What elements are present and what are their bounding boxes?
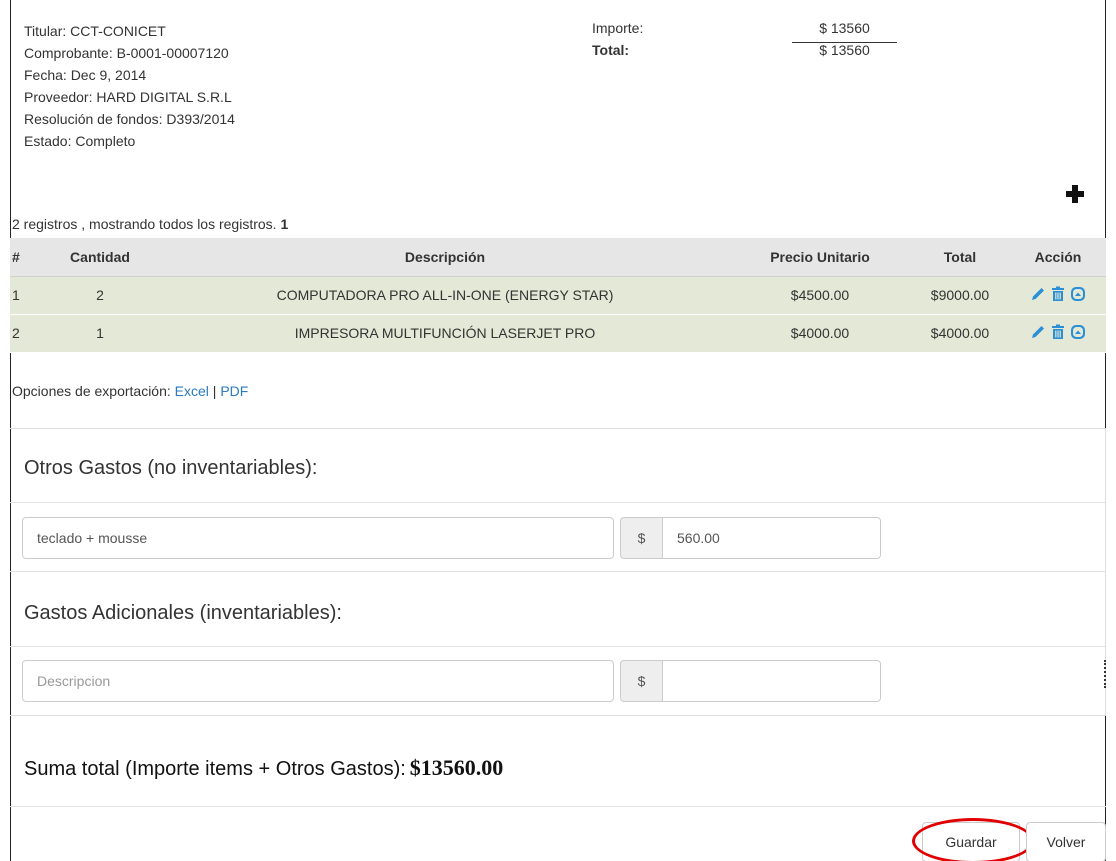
plus-icon[interactable] (1064, 183, 1086, 205)
voucher-info: Titular: CCT-CONICET Comprobante: B-0001… (24, 20, 235, 152)
export-excel-link[interactable]: Excel (175, 383, 209, 399)
cell-cantidad: 1 (40, 314, 160, 353)
otros-gastos-description-input[interactable]: teclado + mousse (22, 517, 614, 559)
records-count: 2 registros , mostrando todos los regist… (12, 216, 288, 232)
records-text: 2 registros , mostrando todos los regist… (12, 216, 277, 232)
divider (10, 571, 1105, 572)
highlight-circle (912, 818, 1034, 861)
importe-label: Importe: (592, 20, 644, 36)
table-header-row: # Cantidad Descripción Precio Unitario T… (10, 238, 1106, 277)
cell-cantidad: 2 (40, 276, 160, 315)
cell-precio: $4500.00 (730, 276, 910, 315)
pencil-icon[interactable] (1030, 324, 1046, 340)
cell-index: 2 (10, 314, 40, 353)
resolucion-text: Resolución de fondos: D393/2014 (24, 111, 235, 127)
pencil-icon[interactable] (1030, 286, 1046, 302)
amounts-summary: Importe: $ 13560 Total: $ 13560 (592, 20, 912, 64)
col-index[interactable]: # (10, 238, 40, 277)
export-separator: | (212, 383, 217, 399)
table-row: 1 2 COMPUTADORA PRO ALL-IN-ONE (ENERGY S… (10, 276, 1106, 315)
gastos-adicionales-title: Gastos Adicionales (inventariables): (24, 602, 342, 624)
cell-descripcion: IMPRESORA MULTIFUNCIÓN LASERJET PRO (160, 314, 730, 353)
cell-index: 1 (10, 276, 40, 315)
sum-total: Suma total (Importe items + Otros Gastos… (24, 755, 503, 781)
circle-up-icon[interactable] (1070, 286, 1086, 302)
otros-gastos-amount-input[interactable]: 560.00 (663, 517, 881, 559)
cell-actions (1010, 314, 1106, 353)
volver-button[interactable]: Volver (1026, 822, 1106, 861)
cell-descripcion: COMPUTADORA PRO ALL-IN-ONE (ENERGY STAR) (160, 276, 730, 315)
footer-divider (10, 806, 1106, 807)
total-value: $ 13560 (819, 42, 870, 58)
page-number[interactable]: 1 (280, 216, 288, 232)
export-options: Opciones de exportación: Excel | PDF (12, 383, 248, 399)
otros-gastos-currency-addon: $ (620, 517, 663, 559)
export-pdf-link[interactable]: PDF (220, 383, 248, 399)
divider (10, 646, 1105, 647)
col-total[interactable]: Total (910, 238, 1010, 277)
col-descripcion[interactable]: Descripción (160, 238, 730, 277)
circle-up-icon[interactable] (1070, 324, 1086, 340)
cell-total: $9000.00 (910, 276, 1010, 315)
col-cantidad[interactable]: Cantidad (40, 238, 160, 277)
items-table: # Cantidad Descripción Precio Unitario T… (10, 238, 1106, 353)
trash-icon[interactable] (1050, 286, 1066, 302)
col-precio-unitario[interactable]: Precio Unitario (730, 238, 910, 277)
total-label: Total: (592, 42, 630, 58)
gastos-adicionales-description-input[interactable]: Descripcion (22, 660, 614, 702)
sum-total-amount: $13560.00 (409, 755, 504, 780)
comprobante-text: Comprobante: B-0001-00007120 (24, 45, 229, 61)
proveedor-text: Proveedor: HARD DIGITAL S.R.L (24, 89, 232, 105)
export-label: Opciones de exportación: (12, 383, 171, 399)
scroll-indicator (1104, 660, 1107, 688)
titular-text: Titular: CCT-CONICET (24, 23, 166, 39)
cell-total: $4000.00 (910, 314, 1010, 353)
sum-total-label: Suma total (Importe items + Otros Gastos… (24, 758, 406, 780)
cell-precio: $4000.00 (730, 314, 910, 353)
table-row: 2 1 IMPRESORA MULTIFUNCIÓN LASERJET PRO … (10, 314, 1106, 353)
gastos-adicionales-currency-addon: $ (620, 660, 663, 702)
divider (10, 502, 1105, 503)
estado-text: Estado: Completo (24, 133, 136, 149)
gastos-adicionales-amount-input[interactable] (663, 660, 881, 702)
trash-icon[interactable] (1050, 324, 1066, 340)
col-accion: Acción (1010, 238, 1106, 277)
otros-gastos-title: Otros Gastos (no inventariables): (24, 457, 318, 479)
expenses-panel: Otros Gastos (no inventariables): teclad… (10, 428, 1106, 716)
cell-actions (1010, 276, 1106, 315)
fecha-text: Fecha: Dec 9, 2014 (24, 67, 147, 83)
importe-value: $ 13560 (819, 20, 870, 36)
